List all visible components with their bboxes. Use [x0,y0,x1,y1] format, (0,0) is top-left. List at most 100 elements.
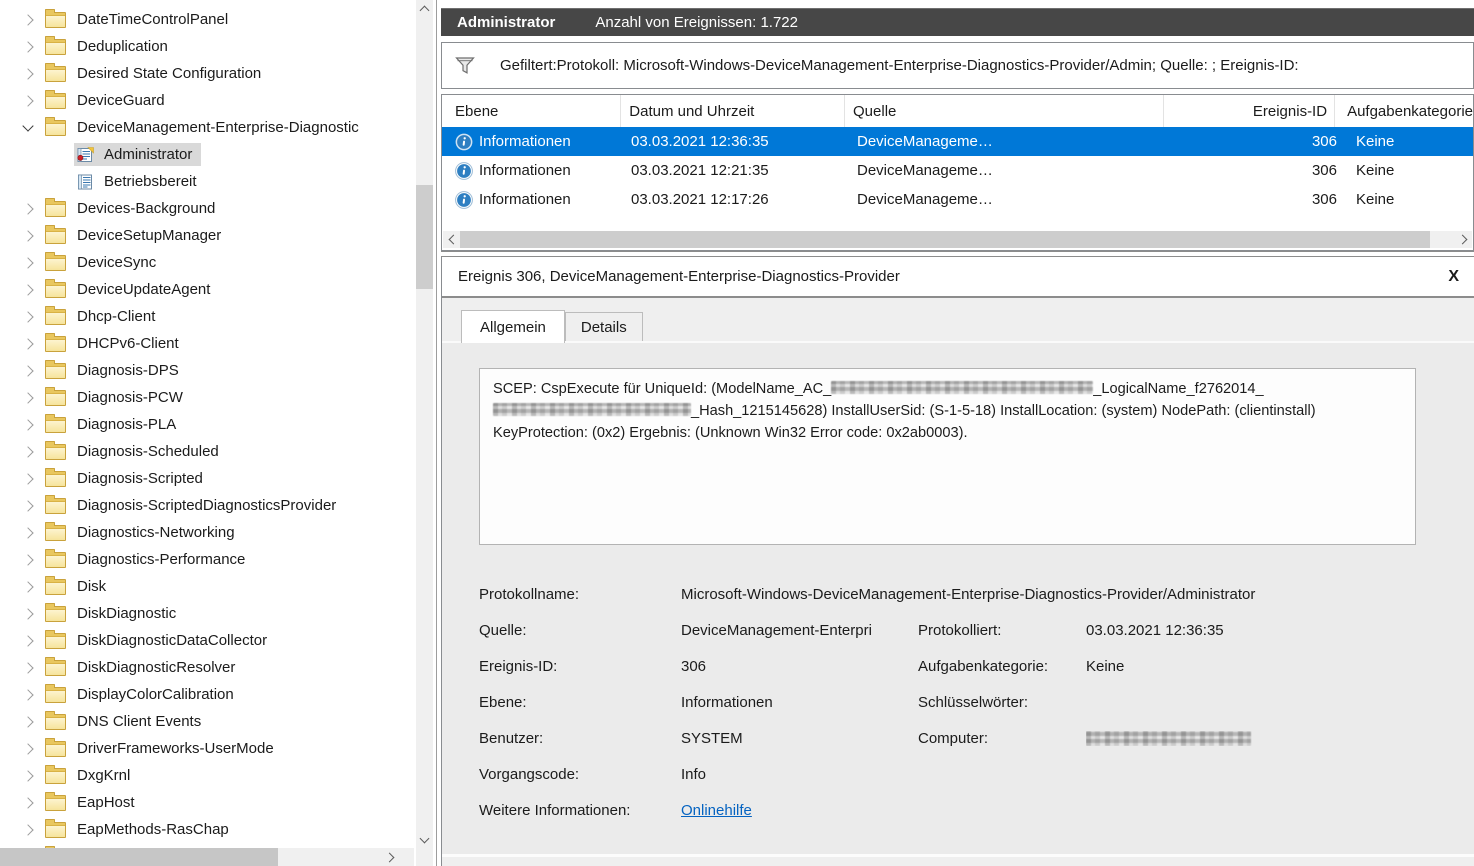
chevron-right-icon[interactable] [14,583,42,591]
tree-vertical-scrollbar[interactable] [416,0,433,866]
folder-icon [45,336,66,352]
tree-item[interactable]: DriverFrameworks-UserMode [0,735,414,762]
tree-item[interactable]: Dhcp-Client [0,303,414,330]
chevron-right-icon[interactable] [14,745,42,753]
event-log-icon [77,174,94,190]
panel-divider[interactable] [436,0,437,866]
tree-item-betriebsbereit[interactable]: Betriebsbereit [0,168,414,195]
folder-icon [45,714,66,730]
tree-item[interactable]: Diagnosis-ScriptedDiagnosticsProvider [0,492,414,519]
information-level-icon [455,191,473,209]
event-description-box[interactable]: SCEP: CspExecute für UniqueId: (ModelNam… [479,368,1416,545]
horizontal-scrollbar-thumb[interactable] [460,231,1430,248]
field-label: Benutzer: [479,730,681,747]
chevron-down-icon[interactable] [14,125,42,130]
tree-item[interactable]: Diagnostics-Performance [0,546,414,573]
folder-icon [45,39,66,55]
tree-item[interactable]: Desired State Configuration [0,60,414,87]
scroll-right-button[interactable] [1455,231,1472,248]
tab-allgemein[interactable]: Allgemein [461,310,565,343]
description-text: _LogicalName_f2762014_ [1093,381,1263,397]
column-header-ebene[interactable]: Ebene [442,95,621,127]
event-row[interactable]: Informationen 03.03.2021 12:21:35 Device… [442,156,1473,185]
tree-item[interactable]: DeviceGuard [0,87,414,114]
online-help-link[interactable]: Onlinehilfe [681,802,752,819]
field-value: Info [681,766,918,783]
chevron-right-icon[interactable] [14,16,42,24]
tree-item[interactable]: DNS Client Events [0,708,414,735]
scroll-up-button[interactable] [416,0,433,17]
column-header-quelle[interactable]: Quelle [845,95,1164,127]
column-header-datum[interactable]: Datum und Uhrzeit [621,95,845,127]
chevron-right-icon[interactable] [14,421,42,429]
tree-item-devicemanagement[interactable]: DeviceManagement-Enterprise-Diagnostic [0,114,414,141]
chevron-right-icon[interactable] [14,367,42,375]
tree-item[interactable]: DeviceUpdateAgent [0,276,414,303]
tree-item[interactable]: Diagnosis-Scheduled [0,438,414,465]
column-header-ereignis-id[interactable]: Ereignis-ID [1164,95,1335,127]
event-list-horizontal-scrollbar[interactable] [443,231,1472,248]
chevron-right-icon[interactable] [14,394,42,402]
close-icon[interactable]: X [1448,269,1459,285]
tree-item[interactable]: Diagnosis-PCW [0,384,414,411]
tree-item[interactable]: Diagnosis-Scripted [0,465,414,492]
tree-item[interactable]: DeviceSync [0,249,414,276]
tree-item[interactable]: DeviceSetupManager [0,222,414,249]
tab-details[interactable]: Details [565,312,643,341]
chevron-right-icon[interactable] [14,340,42,348]
tree-item[interactable]: DateTimeControlPanel [0,6,414,33]
tree-item[interactable]: DiskDiagnosticDataCollector [0,627,414,654]
chevron-right-icon[interactable] [14,826,42,834]
field-value: 03.03.2021 12:36:35 [1086,622,1464,639]
tree-item[interactable]: Diagnosis-DPS [0,357,414,384]
chevron-right-icon[interactable] [14,502,42,510]
chevron-right-icon[interactable] [14,448,42,456]
tree-horizontal-scrollbar[interactable] [0,848,414,866]
chevron-right-icon[interactable] [14,259,42,267]
chevron-right-icon[interactable] [14,43,42,51]
tree-item[interactable]: Deduplication [0,33,414,60]
field-label: Aufgabenkategorie: [918,658,1086,675]
scroll-right-button[interactable] [382,849,399,866]
tree-item[interactable]: DisplayColorCalibration [0,681,414,708]
event-category: Keine [1344,185,1473,214]
chevron-right-icon[interactable] [14,718,42,726]
chevron-right-icon[interactable] [14,313,42,321]
chevron-right-icon[interactable] [14,70,42,78]
chevron-right-icon[interactable] [14,691,42,699]
tree-item[interactable]: EapHost [0,789,414,816]
tree-item-administrator[interactable]: Administrator [0,141,414,168]
column-header-aufgabenkategorie[interactable]: Aufgabenkategorie [1335,95,1473,127]
chevron-right-icon[interactable] [14,664,42,672]
chevron-right-icon[interactable] [14,610,42,618]
tree-item[interactable]: EapMethods-RasChap [0,816,414,843]
scroll-down-button[interactable] [416,831,433,848]
folder-icon [45,93,66,109]
filter-description: Gefiltert:Protokoll: Microsoft-Windows-D… [500,57,1299,74]
horizontal-scrollbar-thumb[interactable] [0,848,278,866]
scroll-left-button[interactable] [443,231,460,248]
chevron-right-icon[interactable] [14,232,42,240]
chevron-right-icon[interactable] [14,799,42,807]
tree-item[interactable]: DiskDiagnostic [0,600,414,627]
chevron-right-icon[interactable] [14,772,42,780]
event-row[interactable]: Informationen 03.03.2021 12:17:26 Device… [442,185,1473,214]
chevron-right-icon[interactable] [14,637,42,645]
tree-item[interactable]: Devices-Background [0,195,414,222]
tree-item[interactable]: DiskDiagnosticResolver [0,654,414,681]
chevron-right-icon[interactable] [14,205,42,213]
chevron-right-icon[interactable] [14,97,42,105]
tree-item[interactable]: Disk [0,573,414,600]
chevron-right-icon[interactable] [14,286,42,294]
tree-item[interactable]: DHCPv6-Client [0,330,414,357]
tree-item[interactable]: Diagnostics-Networking [0,519,414,546]
event-row[interactable]: Informationen 03.03.2021 12:36:35 Device… [442,127,1473,156]
vertical-scrollbar-thumb[interactable] [416,185,433,289]
tree-item[interactable]: DxgKrnl [0,762,414,789]
tree-item[interactable]: Diagnosis-PLA [0,411,414,438]
folder-icon [45,363,66,379]
chevron-right-icon[interactable] [14,475,42,483]
chevron-right-icon[interactable] [14,556,42,564]
redacted-text [493,403,691,416]
chevron-right-icon[interactable] [14,529,42,537]
